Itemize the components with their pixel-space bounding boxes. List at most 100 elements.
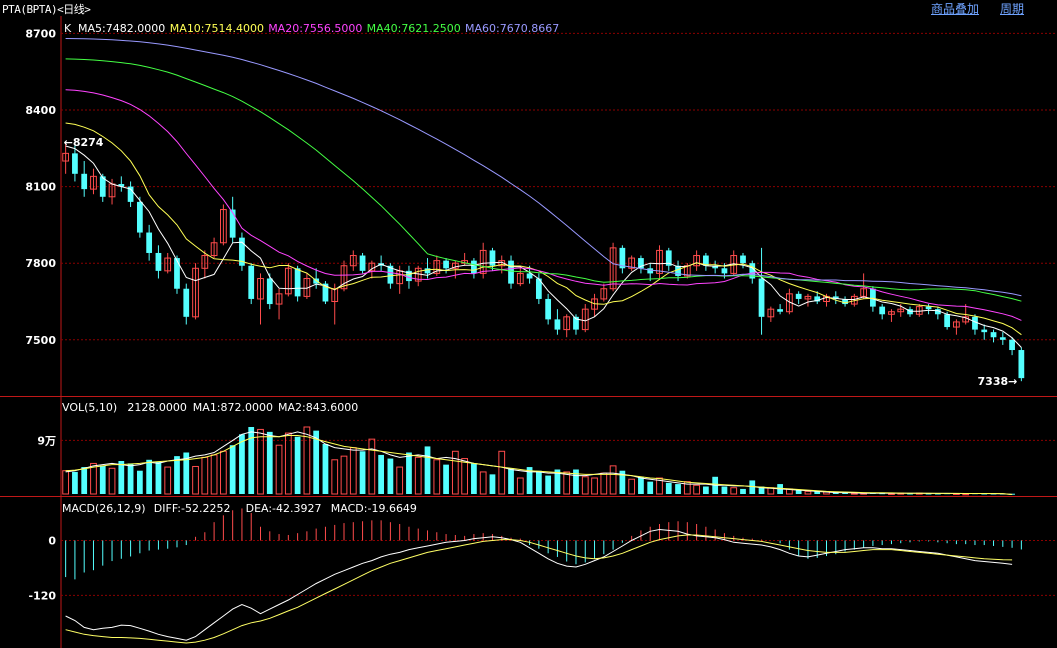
volume-bar xyxy=(545,475,552,494)
volume-bar xyxy=(804,490,812,495)
candle-body xyxy=(870,288,876,307)
candle-body xyxy=(443,260,449,269)
volume-bar xyxy=(331,459,339,495)
candle-body xyxy=(266,278,273,305)
volume-legend-ma2: MA2:843.6000 xyxy=(278,401,358,414)
volume-bar xyxy=(248,427,255,494)
volume-bar xyxy=(174,456,180,494)
volume-bar xyxy=(665,482,672,494)
macd-legend-dea: DEA:-42.3927 xyxy=(246,502,322,515)
price-legend-ma40: MA40:7621.2500 xyxy=(367,22,461,35)
volume-bar xyxy=(81,467,88,494)
price-tick-label: 8100 xyxy=(25,181,56,194)
ma20-line xyxy=(65,89,1022,321)
volume-bar xyxy=(433,459,441,495)
price-legend-ma10: MA10:7514.4000 xyxy=(170,22,264,35)
volume-bar xyxy=(239,434,245,494)
candle-body xyxy=(777,309,783,312)
volume-bar xyxy=(628,478,636,495)
volume-bar xyxy=(489,474,496,494)
volume-bar xyxy=(275,444,283,495)
volume-bar xyxy=(516,477,524,495)
volume-bar xyxy=(340,455,348,495)
volume-bar xyxy=(359,451,366,494)
volume-bar xyxy=(461,458,469,495)
volume-bar xyxy=(563,471,571,495)
volume-bar xyxy=(90,462,97,495)
volume-bar xyxy=(414,456,422,495)
volume-bar xyxy=(192,465,199,495)
low-price-annotation: 7338→ xyxy=(978,375,1018,388)
volume-bar xyxy=(294,436,301,494)
candle-body xyxy=(72,153,78,174)
volume-bar xyxy=(471,463,477,494)
volume-bar xyxy=(508,468,514,494)
volume-bar xyxy=(647,481,654,494)
volume-bar xyxy=(535,470,542,494)
candle-body xyxy=(721,268,728,274)
candle-body xyxy=(1018,350,1025,379)
price-legend-ma20: MA20:7556.5000 xyxy=(268,22,362,35)
candle-body xyxy=(136,201,143,233)
candle-body xyxy=(925,306,932,310)
high-price-annotation: ←8274 xyxy=(64,136,104,149)
volume-bar xyxy=(210,454,218,495)
volume-bar xyxy=(703,486,709,494)
volume-bar xyxy=(387,458,394,494)
macd-legend-diff: DIFF:-52.2252 xyxy=(154,502,231,515)
macd-dea-line xyxy=(65,534,1013,644)
volume-bar xyxy=(229,445,236,494)
volume-bar xyxy=(136,470,143,494)
volume-legend-ma1: MA1:872.0000 xyxy=(193,401,273,414)
title-bar: PTA(BPTA)<日线> 商品叠加 周期 xyxy=(0,0,1057,16)
candle-body xyxy=(471,260,477,274)
candle-body xyxy=(554,319,561,330)
candle-body xyxy=(944,314,951,328)
candle-body xyxy=(795,293,802,299)
candle-body xyxy=(545,298,552,320)
volume-bar xyxy=(62,470,70,495)
price-tick-label: 8700 xyxy=(25,27,56,40)
volume-bar xyxy=(396,466,404,495)
candle-body xyxy=(174,258,180,289)
volume-bar xyxy=(155,461,162,494)
period-link[interactable]: 周期 xyxy=(1000,0,1024,17)
ma5-line xyxy=(65,145,1022,348)
volume-bar xyxy=(591,477,598,495)
candle-body xyxy=(359,255,366,271)
chart-canvas: 8700 8400 8100 7800 7500 ←8274 7338→ K MA5:7482.… xyxy=(0,16,1057,648)
price-legend-ma60: MA60:7670.8667 xyxy=(465,22,559,35)
macd-tick-label: -120 xyxy=(28,589,56,602)
macd-legend-macd: MACD:-19.6649 xyxy=(331,502,417,515)
volume-bar xyxy=(108,467,116,495)
price-legend-prefix: K xyxy=(64,22,72,35)
macd-legend-title: MACD(26,12,9) xyxy=(62,502,146,515)
commodity-overlay-link[interactable]: 商品叠加 xyxy=(931,0,979,17)
candle-body xyxy=(647,268,654,274)
candle-body xyxy=(294,268,301,297)
candle-body xyxy=(981,329,988,333)
volume-bar xyxy=(638,476,644,494)
volume-bar xyxy=(693,484,700,495)
volume-bar xyxy=(201,456,209,495)
volume-bar xyxy=(257,428,264,495)
volume-bar xyxy=(284,432,292,495)
candle-body xyxy=(999,337,1006,340)
volume-tick-label: 9万 xyxy=(37,434,56,447)
candle-body xyxy=(489,250,496,266)
ma40-line xyxy=(65,58,1022,302)
price-tick-label: 7800 xyxy=(25,257,56,270)
volume-bar xyxy=(581,476,589,495)
ma10-line xyxy=(65,122,1022,336)
price-legend-ma5: MA5:7482.0000 xyxy=(78,22,165,35)
volume-bar xyxy=(118,461,125,494)
macd-tick-label: 0 xyxy=(48,534,56,547)
volume-bar xyxy=(740,488,746,494)
price-tick-label: 7500 xyxy=(25,334,56,347)
volume-bar xyxy=(266,431,273,494)
price-tick-label: 8400 xyxy=(25,104,56,117)
volume-bar xyxy=(368,438,376,495)
candle-body xyxy=(740,255,746,264)
candle-body xyxy=(758,278,765,317)
volume-bar xyxy=(99,465,106,494)
